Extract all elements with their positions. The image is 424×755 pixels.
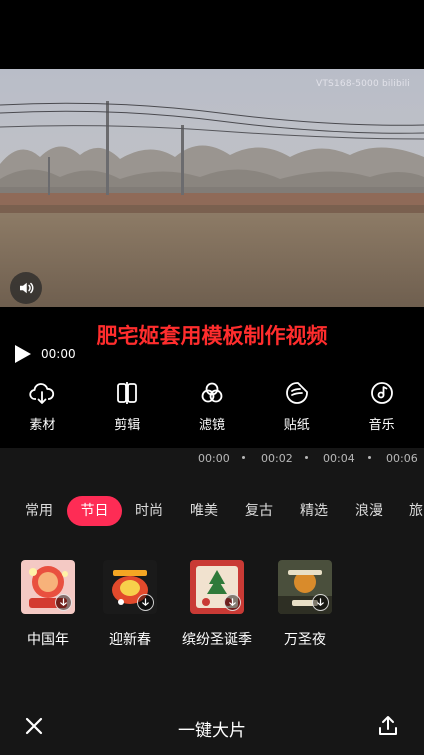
template-card[interactable]: 中国年 (12, 560, 84, 649)
timeline-tick: 00:04 (323, 452, 355, 465)
tool-sticker[interactable]: 贴纸 (254, 380, 339, 446)
tab-retro[interactable]: 复古 (238, 496, 280, 526)
tool-material[interactable]: 素材 (0, 380, 85, 446)
template-name: 万圣夜 (284, 632, 326, 648)
split-clip-icon (114, 380, 140, 406)
template-card[interactable]: 迎新春 (94, 560, 166, 649)
template-thumbnail (103, 560, 157, 614)
template-card[interactable]: 万圣夜 (269, 560, 341, 649)
download-icon (224, 594, 241, 611)
edit-toolbar: 素材 剪辑 滤镜 贴纸 音乐 (0, 380, 424, 446)
bottom-bar: 一键大片 (0, 708, 424, 744)
template-thumbnail (190, 560, 244, 614)
tab-aesthetic[interactable]: 唯美 (183, 496, 225, 526)
tool-label: 滤镜 (198, 418, 225, 433)
template-name: 迎新春 (109, 632, 151, 648)
upload-icon (379, 716, 397, 735)
tab-romantic[interactable]: 浪漫 (348, 496, 390, 526)
category-tabs: 常用 节日 时尚 唯美 复古 精选 浪漫 旅 (0, 496, 424, 526)
template-card[interactable]: 缤纷圣诞季 (174, 560, 260, 649)
template-thumbnail (21, 560, 75, 614)
tool-filter[interactable]: 滤镜 (170, 380, 255, 446)
timeline-tick: 00:06 (386, 452, 418, 465)
timeline-tick: 00:02 (261, 452, 293, 465)
video-preview[interactable]: VTS168-5000 bilibili (0, 69, 424, 307)
tab-festival[interactable]: 节日 (67, 496, 122, 526)
download-icon (55, 594, 72, 611)
template-name: 缤纷圣诞季 (182, 632, 252, 648)
timeline-ruler[interactable]: 00:00 00:02 00:04 00:06 (0, 448, 424, 478)
tab-common[interactable]: 常用 (18, 496, 60, 526)
download-icon (312, 594, 329, 611)
timeline-dot (305, 456, 308, 459)
video-watermark: VTS168-5000 bilibili (316, 79, 410, 89)
play-icon (15, 345, 31, 363)
playback-time: 00:00 (41, 347, 76, 361)
tool-music[interactable]: 音乐 (339, 380, 424, 446)
tool-label: 素材 (29, 418, 56, 433)
tool-label: 音乐 (368, 418, 395, 433)
overlay-caption: 肥宅姬套用模板制作视频 (96, 324, 328, 348)
template-list: 中国年 迎新春 缤纷圣诞季 万圣夜 (0, 560, 424, 680)
download-icon (137, 594, 154, 611)
export-button[interactable] (376, 714, 400, 738)
template-name: 中国年 (27, 632, 69, 648)
music-disc-icon (369, 380, 395, 406)
tab-featured[interactable]: 精选 (293, 496, 335, 526)
tool-label: 剪辑 (114, 418, 141, 433)
cloud-download-icon (29, 380, 55, 406)
volume-icon (20, 282, 34, 294)
play-button[interactable] (12, 343, 34, 365)
panel-title: 一键大片 (178, 721, 246, 741)
video-frame-image (0, 69, 424, 307)
tool-label: 贴纸 (283, 418, 310, 433)
tab-fashion[interactable]: 时尚 (128, 496, 170, 526)
timeline-dot (368, 456, 371, 459)
volume-button[interactable] (10, 272, 42, 304)
template-panel: 常用 节日 时尚 唯美 复古 精选 浪漫 旅 中国年 迎新春 缤纷圣诞季 万圣夜… (0, 478, 424, 755)
sticker-icon (284, 380, 310, 406)
template-thumbnail (278, 560, 332, 614)
filter-circles-icon (199, 380, 225, 406)
timeline-dot (242, 456, 245, 459)
tab-travel[interactable]: 旅 (403, 496, 424, 526)
timeline-tick: 00:00 (198, 452, 230, 465)
tool-edit[interactable]: 剪辑 (85, 380, 170, 446)
